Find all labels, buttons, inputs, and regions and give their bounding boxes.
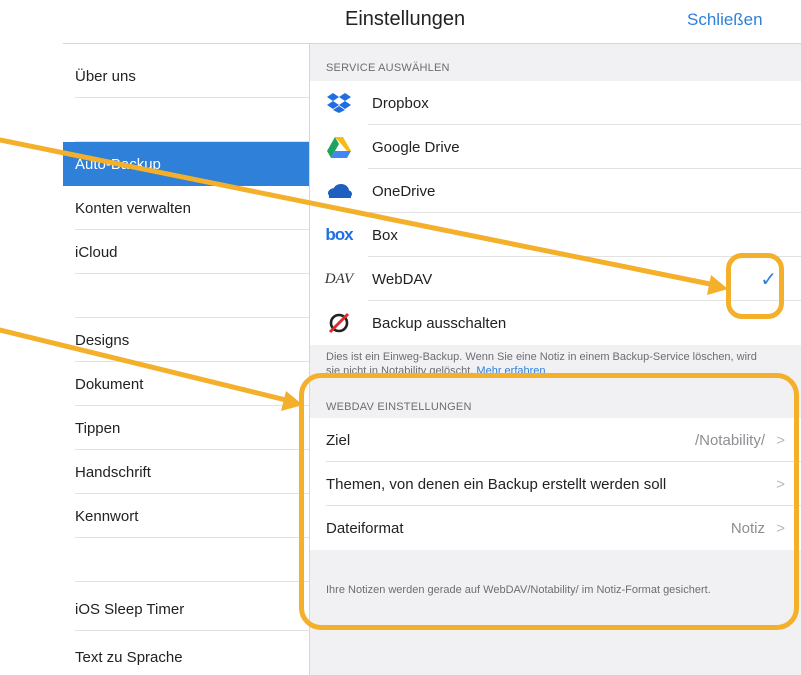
sidebar-item-label: Konten verwalten — [75, 199, 191, 217]
sidebar-item-label: Kennwort — [75, 507, 139, 525]
sidebar-item-label: Designs — [75, 331, 130, 349]
sidebar-item-label: iCloud — [75, 243, 118, 261]
learn-more-link[interactable]: Mehr erfahren — [476, 365, 545, 377]
sidebar-item-label: Tippen — [75, 419, 121, 437]
sidebar-item-handwriting[interactable]: Handschrift — [63, 450, 309, 494]
navigation-bar: Einstellungen Schließen — [0, 0, 801, 44]
sidebar-item-auto-backup[interactable]: Auto-Backup — [63, 142, 309, 186]
checkmark-icon: ✓ — [760, 268, 777, 291]
sidebar-item-text-to-speech[interactable]: Text zu Sprache — [63, 635, 309, 675]
close-button[interactable]: Schließen — [687, 10, 763, 30]
sidebar-item-label: Handschrift — [75, 463, 151, 481]
sidebar-spacer — [63, 98, 309, 142]
service-label: Dropbox — [372, 94, 429, 112]
sidebar-spacer — [63, 538, 309, 582]
destination-label: Ziel — [326, 431, 351, 449]
sidebar-item-label: iOS Sleep Timer — [75, 600, 185, 618]
google-drive-icon — [326, 135, 352, 159]
service-section-header: SERVICE AUSWÄHLEN — [326, 62, 450, 74]
service-label: Google Drive — [372, 138, 460, 156]
sidebar-item-label: Über uns — [75, 67, 136, 85]
sidebar-item-designs[interactable]: Designs — [63, 318, 309, 362]
service-row-onedrive[interactable]: OneDrive — [310, 169, 801, 213]
webdav-row-destination[interactable]: Ziel /Notability/ > — [310, 418, 801, 462]
webdav-footnote: Ihre Notizen werden gerade auf WebDAV/No… — [326, 584, 711, 596]
sidebar-item-typing[interactable]: Tippen — [63, 406, 309, 450]
service-row-google-drive[interactable]: Google Drive — [310, 125, 801, 169]
settings-detail-panel: SERVICE AUSWÄHLEN Dropbox Google Drive O… — [310, 44, 801, 675]
service-row-dropbox[interactable]: Dropbox — [310, 81, 801, 125]
webdav-section-header: WEBDAV EINSTELLUNGEN — [326, 401, 472, 413]
service-row-box[interactable]: box Box — [310, 213, 801, 257]
webdav-row-topics[interactable]: Themen, von denen ein Backup erstellt we… — [310, 462, 801, 506]
sidebar-item-document[interactable]: Dokument — [63, 362, 309, 406]
chevron-right-icon: > — [776, 431, 785, 449]
webdav-logo-text: DAV — [324, 270, 354, 287]
backup-off-icon — [326, 311, 352, 335]
sidebar-spacer — [63, 274, 309, 318]
service-label: OneDrive — [372, 182, 436, 200]
file-format-label: Dateiformat — [326, 519, 404, 537]
sidebar-item-icloud[interactable]: iCloud — [63, 230, 309, 274]
page-title: Einstellungen — [345, 8, 466, 30]
box-icon: box — [325, 223, 353, 247]
service-row-backup-off[interactable]: Backup ausschalten — [310, 301, 801, 345]
service-label: WebDAV — [372, 270, 433, 288]
settings-sidebar: Über uns Auto-Backup Konten verwalten iC… — [63, 44, 309, 675]
service-row-webdav[interactable]: DAV WebDAV ✓ — [310, 257, 801, 301]
destination-value: /Notability/ — [694, 431, 765, 449]
webdav-icon: DAV — [324, 267, 354, 291]
sidebar-item-sleep-timer[interactable]: iOS Sleep Timer — [63, 587, 309, 631]
service-label: Backup ausschalten — [372, 314, 507, 332]
sidebar-item-label: Auto-Backup — [75, 155, 161, 173]
box-logo-text: box — [325, 225, 353, 244]
topics-label: Themen, von denen ein Backup erstellt we… — [326, 475, 667, 493]
sidebar-item-password[interactable]: Kennwort — [63, 494, 309, 538]
sidebar-item-manage-accounts[interactable]: Konten verwalten — [63, 186, 309, 230]
webdav-row-file-format[interactable]: Dateiformat Notiz > — [310, 506, 801, 550]
onedrive-icon — [326, 179, 352, 203]
chevron-right-icon: > — [776, 475, 785, 493]
sidebar-item-label: Text zu Sprache — [75, 648, 183, 666]
file-format-value: Notiz — [730, 519, 765, 537]
chevron-right-icon: > — [776, 519, 785, 537]
sidebar-item-about[interactable]: Über uns — [63, 54, 309, 98]
backup-footnote: Dies ist ein Einweg-Backup. Wenn Sie ein… — [326, 350, 766, 378]
service-label: Box — [372, 226, 398, 244]
dropbox-icon — [326, 91, 352, 115]
sidebar-item-label: Dokument — [75, 375, 144, 393]
